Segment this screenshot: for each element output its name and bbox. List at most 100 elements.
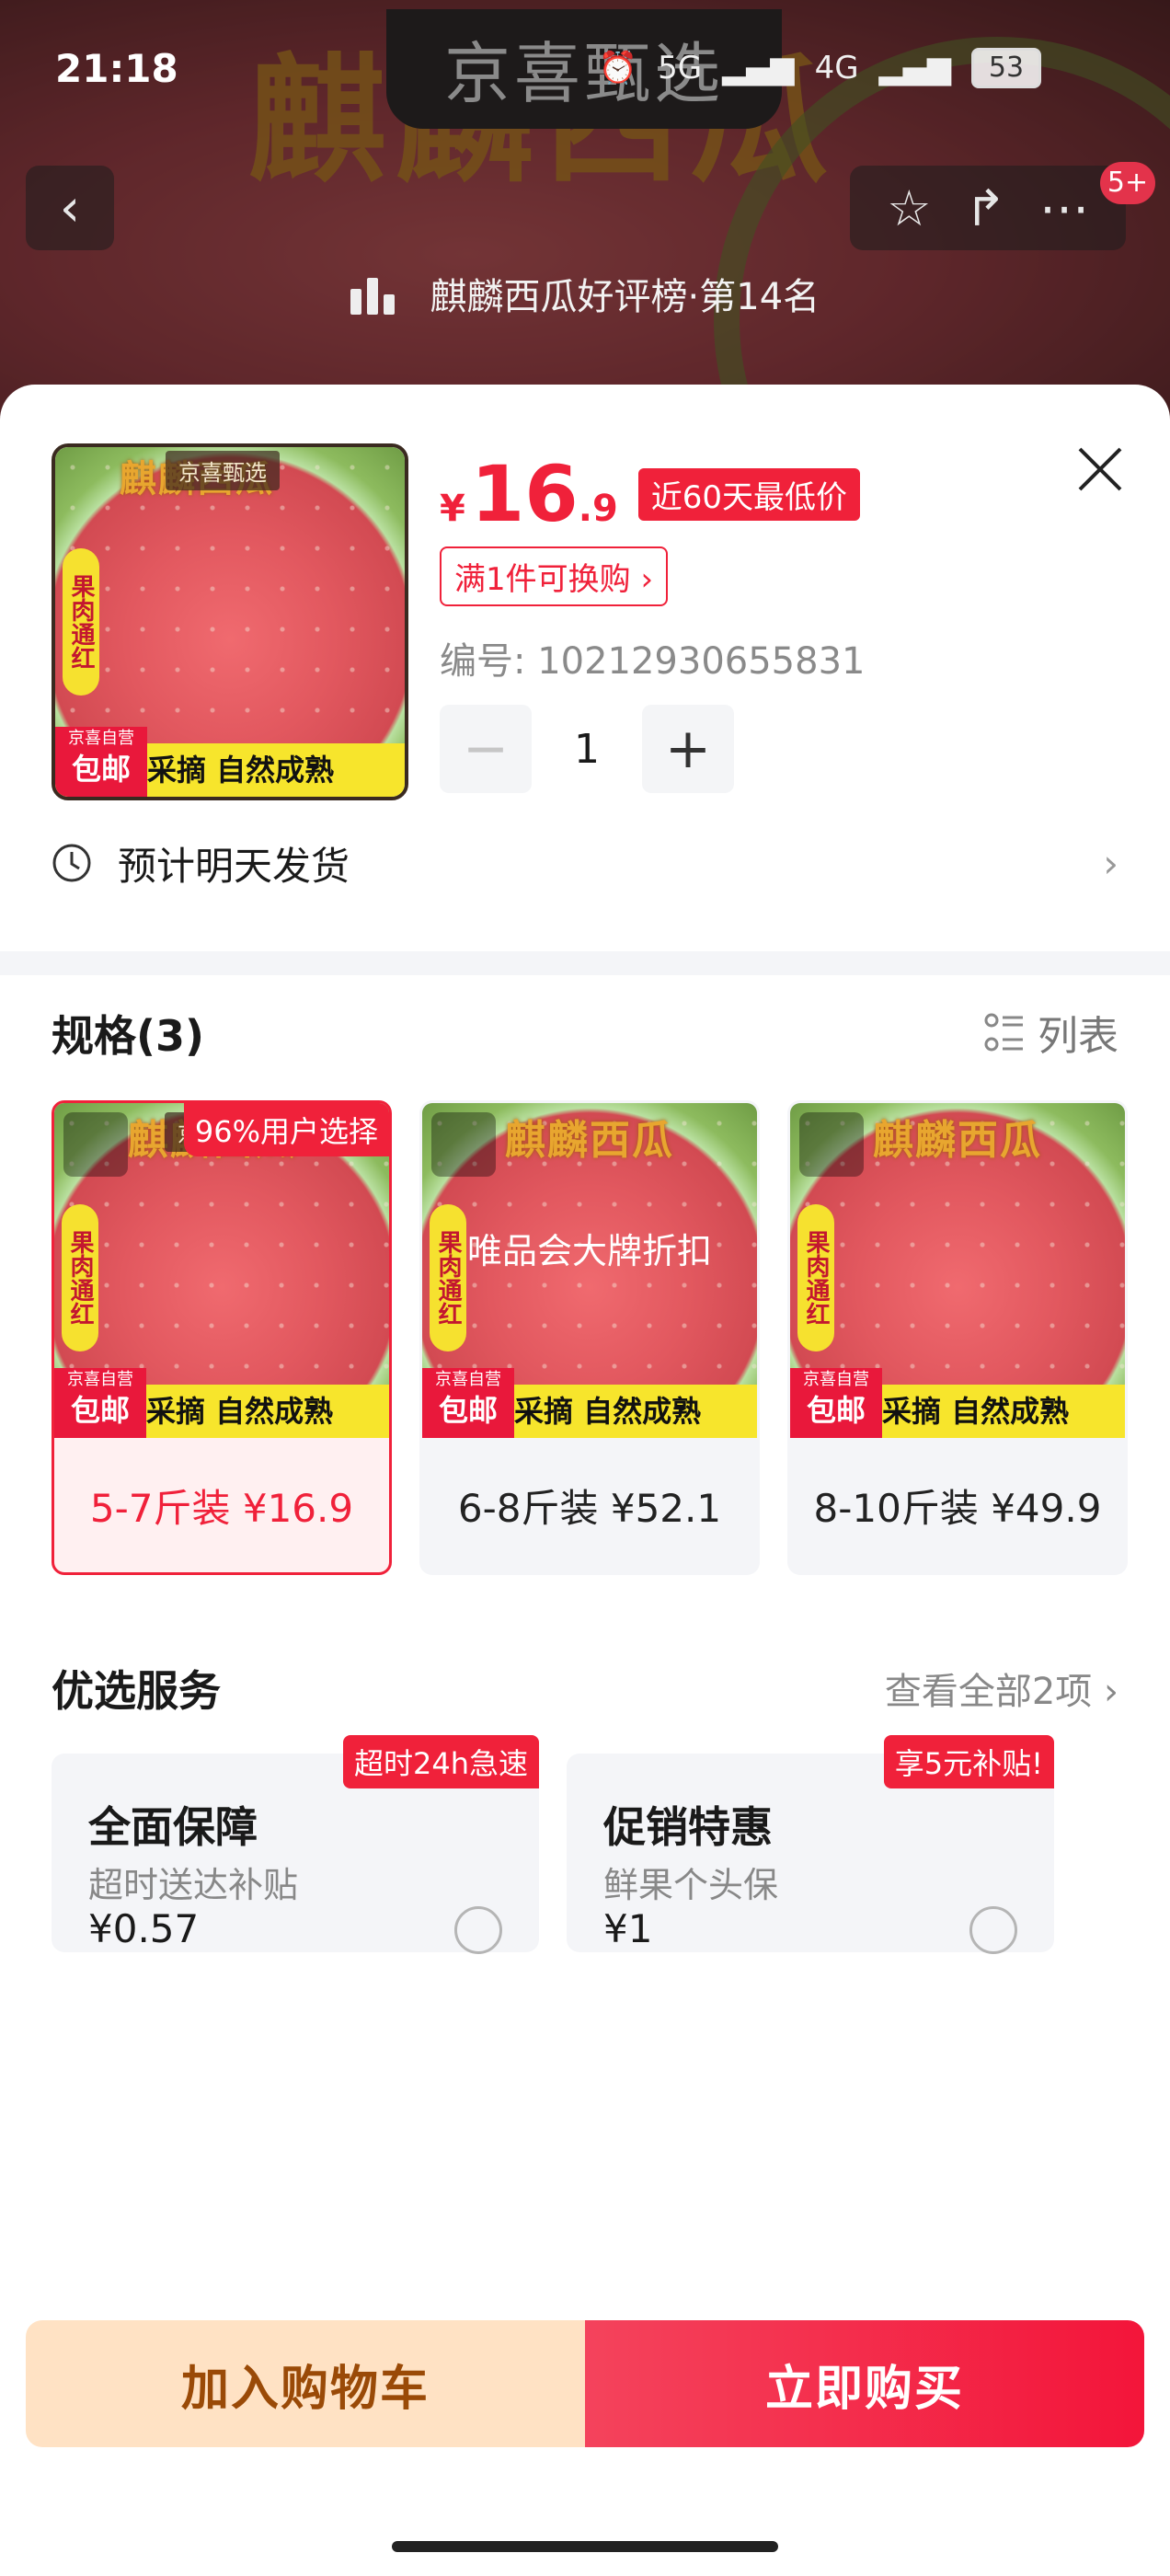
spec-image-ship-chip: 京喜自营 包邮: [422, 1368, 514, 1438]
signal-icon-2: ▂▄▆: [878, 50, 951, 86]
price-currency: ¥: [440, 488, 465, 530]
view-all-services-link[interactable]: 查看全部2项 ›: [885, 1662, 1118, 1715]
signal-4g: 4G: [814, 50, 859, 86]
thumb-side-tag: 果肉通红: [63, 548, 99, 696]
product-thumbnail[interactable]: 麒麟西瓜 京喜甄选 果肉通红 采摘 自然成熟 京喜自营 包邮: [52, 443, 408, 800]
service-price: ¥1: [603, 1906, 653, 1951]
status-time: 21:18: [55, 46, 178, 91]
spec-image-title: 麒麟西瓜: [505, 1117, 674, 1164]
ship-chip-big: 包邮: [438, 1393, 498, 1428]
lowest-price-tag: 近60天最低价: [637, 468, 861, 521]
service-price: ¥0.57: [88, 1906, 200, 1951]
spec-image-ship-chip: 京喜自营 包邮: [54, 1368, 146, 1438]
shipping-eta-text: 预计明天发货: [118, 843, 350, 889]
service-options: 超时24h急速 全面保障 超时送达补贴 ¥0.57 享5元补贴! 促销特惠 鲜果…: [52, 1735, 1054, 1954]
increase-quantity-button[interactable]: +: [642, 705, 734, 793]
list-view-label: 列表: [1038, 1013, 1118, 1060]
expand-icon[interactable]: [799, 1112, 864, 1177]
spec-image-side-tag: 果肉通红: [797, 1204, 834, 1351]
thumb-shipping-chip: 京喜自营 包邮: [55, 727, 147, 797]
clock-icon: [52, 844, 91, 882]
spec-option-label: 8-10斤装 ¥49.9: [813, 1485, 1102, 1531]
spec-image: 麒麟西瓜 果肉通红 采摘 自然成熟 京喜自营 包邮 唯品会大牌折扣: [422, 1103, 757, 1438]
service-name: 促销特惠: [603, 1802, 773, 1852]
thumb-ship-small: 京喜自营: [68, 729, 134, 748]
shipping-eta-row[interactable]: 预计明天发货 ›: [52, 826, 1118, 900]
notification-badge: 5+: [1100, 162, 1155, 204]
service-badge: 超时24h急速: [342, 1735, 539, 1788]
service-card-promo[interactable]: 享5元补贴! 促销特惠 鲜果个头保 ¥1: [567, 1735, 1054, 1954]
spec-option-5-7[interactable]: 96%用户选择 麒麟西瓜 京喜甄选 果肉通红 采摘 自然成熟 京喜自营 包邮 5…: [52, 1100, 392, 1575]
chevron-right-icon: ›: [1104, 1671, 1118, 1713]
alarm-icon: ⏰: [598, 50, 638, 86]
thumb-ship-big: 包邮: [71, 752, 131, 787]
service-radio[interactable]: [969, 1906, 1017, 1954]
service-name: 全面保障: [88, 1802, 258, 1852]
chevron-left-icon: ‹: [59, 178, 81, 238]
signal-5g: 5G: [658, 50, 703, 86]
popular-badge: 96%用户选择: [183, 1103, 389, 1156]
top-actions: ☆ ↱ ⋯: [850, 166, 1126, 250]
checkout-bar: 加入购物车 立即购买: [26, 2320, 1144, 2447]
close-icon: [1078, 447, 1122, 491]
spec-image-side-tag: 果肉通红: [62, 1204, 98, 1351]
thumb-brand: 京喜甄选: [166, 451, 280, 490]
quantity-value[interactable]: 1: [532, 726, 642, 773]
spec-image: 麒麟西瓜 果肉通红 采摘 自然成熟 京喜自营 包邮: [790, 1103, 1125, 1438]
ship-chip-big: 包邮: [70, 1393, 130, 1428]
spec-image-ship-chip: 京喜自营 包邮: [790, 1368, 882, 1438]
signal-icon: ▂▄▆: [722, 50, 795, 86]
spec-section-title: 规格(3): [52, 1011, 205, 1061]
expand-icon[interactable]: [63, 1112, 128, 1177]
spec-option-label: 6-8斤装 ¥52.1: [457, 1485, 722, 1531]
chevron-right-icon: ›: [640, 561, 654, 598]
status-bar: 21:18 ⏰ 5G ▂▄▆ 4G ▂▄▆ 53: [0, 37, 1170, 110]
ship-chip-small: 京喜自营: [435, 1370, 501, 1389]
price-decimal: .9: [578, 488, 618, 530]
service-desc: 鲜果个头保: [603, 1865, 779, 1905]
view-all-label: 查看全部2项: [884, 1671, 1093, 1713]
spec-options: 96%用户选择 麒麟西瓜 京喜甄选 果肉通红 采摘 自然成熟 京喜自营 包邮 5…: [52, 1100, 1128, 1575]
bar-chart-icon: [350, 278, 400, 324]
sku-code: 编号: 10212930655831: [440, 640, 866, 683]
spec-option-6-8[interactable]: 麒麟西瓜 果肉通红 采摘 自然成熟 京喜自营 包邮 唯品会大牌折扣 6-8斤装 …: [419, 1100, 760, 1575]
expand-icon[interactable]: [431, 1112, 496, 1177]
section-divider: [0, 951, 1170, 975]
chevron-right-icon: ›: [1103, 840, 1118, 886]
quantity-stepper: − 1 +: [440, 705, 734, 793]
swap-promo-text: 满1件可换购: [454, 561, 631, 598]
ranking-banner[interactable]: 麒麟西瓜好评榜·第14名: [0, 267, 1170, 324]
list-view-toggle[interactable]: 列表: [984, 1003, 1118, 1062]
service-radio[interactable]: [454, 1906, 502, 1954]
buy-now-button[interactable]: 立即购买: [585, 2320, 1144, 2447]
price-row: ¥ 16 .9 近60天最低价: [440, 449, 861, 539]
share-icon[interactable]: ↱: [965, 179, 1006, 237]
home-indicator[interactable]: [392, 2541, 778, 2552]
promo-overlay-text: 唯品会大牌折扣: [466, 1231, 712, 1271]
swap-promo-tag[interactable]: 满1件可换购 ›: [440, 546, 669, 606]
spec-option-label: 5-7斤装 ¥16.9: [89, 1485, 354, 1531]
status-icons: ⏰ 5G ▂▄▆ 4G ▂▄▆ 53: [599, 48, 1041, 88]
add-to-cart-button[interactable]: 加入购物车: [26, 2320, 585, 2447]
plus-icon: +: [664, 717, 712, 781]
ship-chip-big: 包邮: [806, 1393, 866, 1428]
services-title: 优选服务: [52, 1666, 221, 1716]
list-icon: [984, 1013, 1023, 1052]
ship-chip-small: 京喜自营: [803, 1370, 869, 1389]
rank-text: 麒麟西瓜好评榜·第14名: [430, 276, 820, 318]
back-button[interactable]: ‹: [26, 166, 114, 250]
battery-indicator: 53: [971, 48, 1041, 88]
price-integer: 16: [470, 449, 579, 539]
decrease-quantity-button[interactable]: −: [440, 705, 532, 793]
service-desc: 超时送达补贴: [88, 1865, 299, 1905]
spec-option-8-10[interactable]: 麒麟西瓜 果肉通红 采摘 自然成熟 京喜自营 包邮 8-10斤装 ¥49.9: [787, 1100, 1128, 1575]
close-button[interactable]: [1071, 440, 1130, 499]
service-card-guarantee[interactable]: 超时24h急速 全面保障 超时送达补贴 ¥0.57: [52, 1735, 539, 1954]
service-badge: 享5元补贴!: [883, 1735, 1054, 1788]
star-icon[interactable]: ☆: [887, 179, 931, 237]
spec-image-title: 麒麟西瓜: [873, 1117, 1042, 1164]
more-icon[interactable]: ⋯: [1039, 179, 1089, 237]
minus-icon: −: [462, 717, 510, 781]
sku-selection-sheet: 麒麟西瓜 京喜甄选 果肉通红 采摘 自然成熟 京喜自营 包邮 ¥ 16 .9 近…: [0, 385, 1170, 2576]
ship-chip-small: 京喜自营: [67, 1370, 133, 1389]
